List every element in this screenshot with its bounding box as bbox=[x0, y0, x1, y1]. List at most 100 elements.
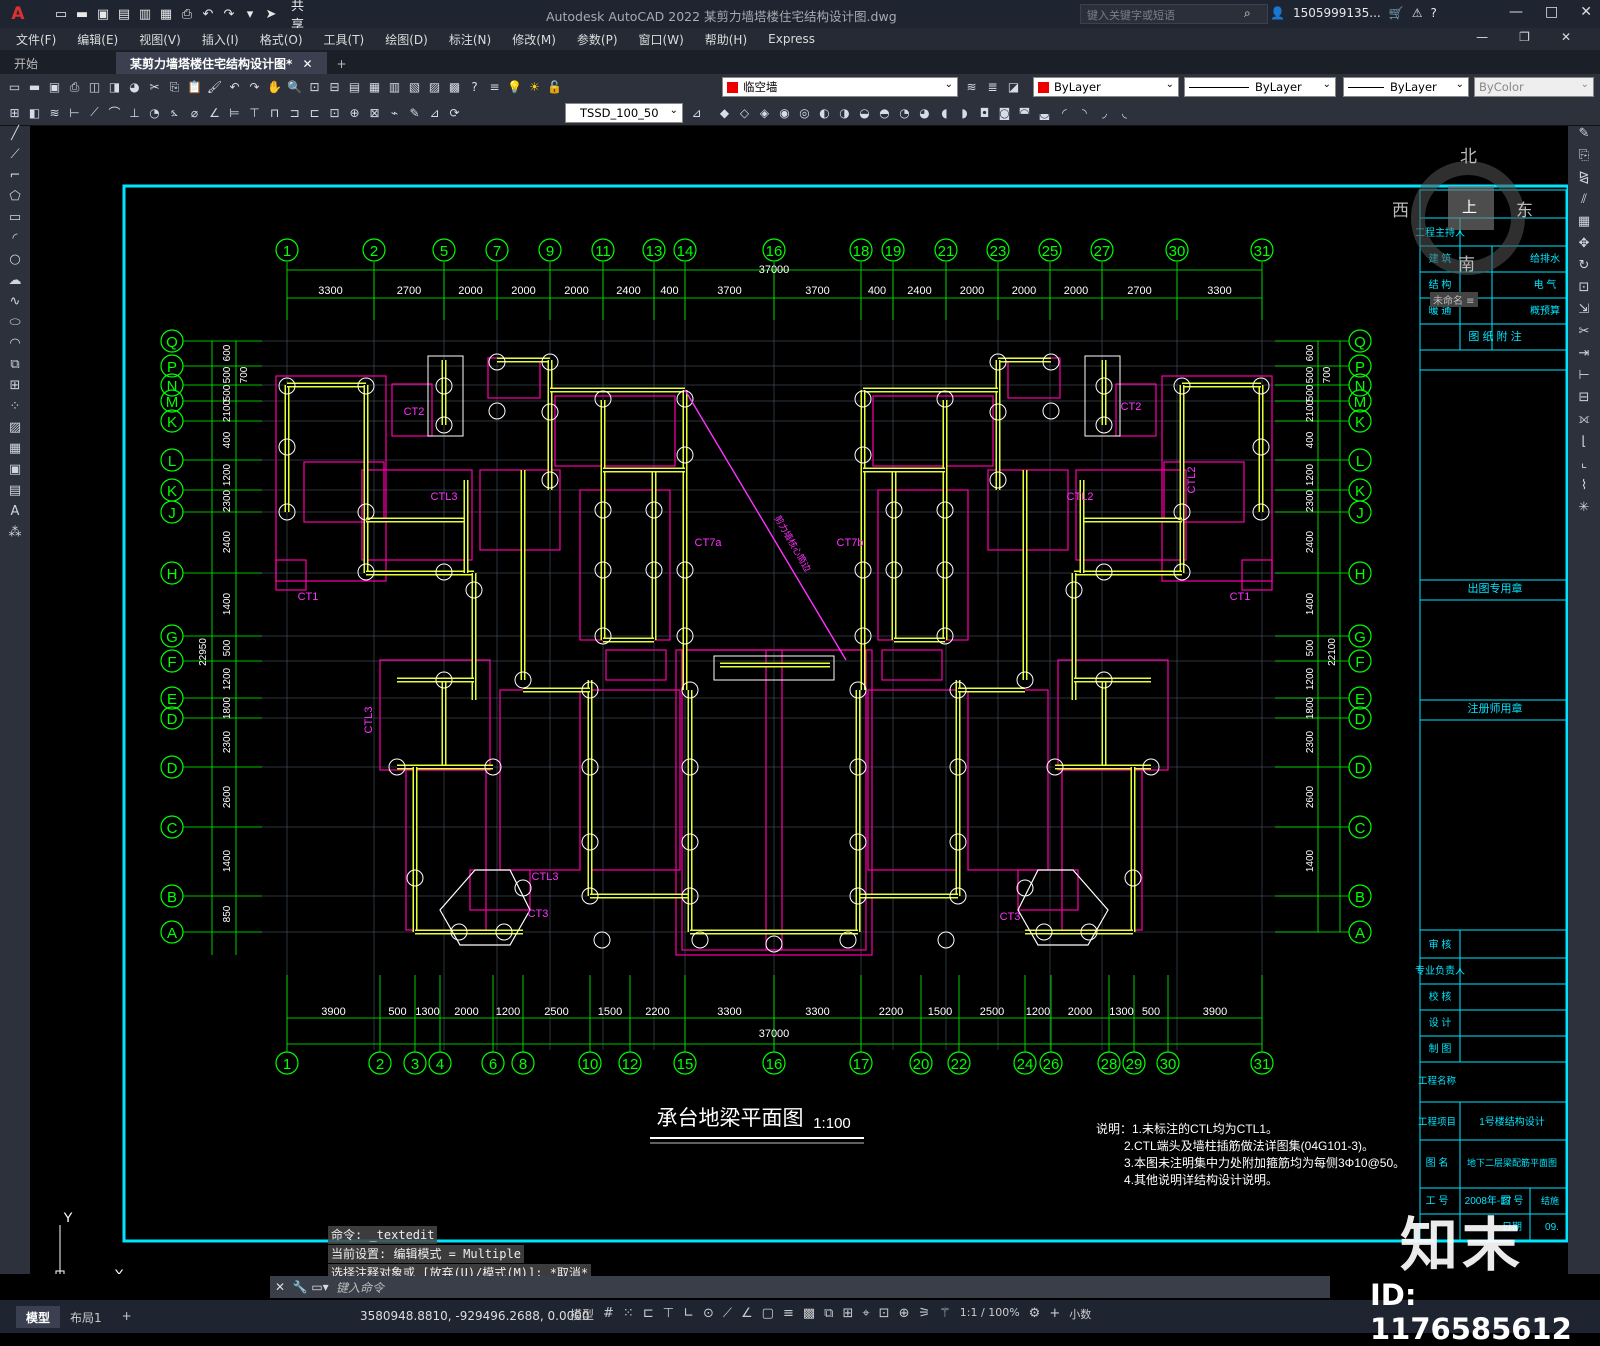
angular-dim-icon[interactable]: ∠ bbox=[206, 104, 223, 121]
compass-west[interactable]: 西 bbox=[1392, 196, 1409, 221]
cut-icon[interactable]: ✂ bbox=[146, 79, 163, 96]
tab-start[interactable]: 开始 bbox=[0, 52, 116, 74]
menu-tools[interactable]: 工具(T) bbox=[324, 31, 365, 48]
publish-icon[interactable]: ▥ bbox=[136, 5, 154, 23]
dimspace-icon[interactable]: ⊐ bbox=[286, 104, 303, 121]
lightbulb-icon[interactable]: 💡 bbox=[506, 79, 523, 96]
designcenter-icon[interactable]: ▦ bbox=[366, 79, 383, 96]
selection-cycling-icon[interactable]: ⧉ bbox=[824, 1306, 833, 1323]
tolerance-icon[interactable]: ⊡ bbox=[326, 104, 343, 121]
help-icon[interactable]: ? bbox=[466, 79, 483, 96]
preview-icon[interactable]: ◫ bbox=[86, 79, 103, 96]
menu-dimension[interactable]: 标注(N) bbox=[449, 31, 491, 48]
3d-osnap-icon[interactable]: ⊞ bbox=[842, 1306, 853, 1323]
block-insert-icon[interactable]: ◆ bbox=[716, 104, 733, 121]
search-input[interactable]: 键入关键字或短语 bbox=[1080, 4, 1268, 24]
layer-select[interactable]: 临空墙 bbox=[722, 77, 958, 97]
add-layout-button[interactable]: + bbox=[112, 1306, 142, 1328]
annotation-visibility-icon[interactable]: ⚞ bbox=[918, 1306, 930, 1323]
zoom-previous-icon[interactable]: ⊟ bbox=[326, 79, 343, 96]
pan-icon[interactable]: ✋ bbox=[266, 79, 283, 96]
auto-scale-icon[interactable]: ⚚ bbox=[939, 1306, 951, 1323]
add-icon[interactable]: + bbox=[1049, 1306, 1060, 1323]
polygon-icon[interactable]: ⬠ bbox=[0, 189, 30, 210]
dynamic-input-icon[interactable]: ⊤ bbox=[663, 1306, 674, 1323]
plot-icon[interactable]: ◨ bbox=[106, 79, 123, 96]
tab-model[interactable]: 模型 bbox=[16, 1305, 61, 1328]
field-icon[interactable]: ◒ bbox=[856, 104, 873, 121]
copy-icon[interactable]: ⎘ bbox=[166, 79, 183, 96]
copy-icon[interactable]: ⎘ bbox=[1568, 148, 1600, 170]
sheetset-icon[interactable]: ▧ bbox=[406, 79, 423, 96]
help-icon[interactable]: ? bbox=[1430, 6, 1436, 20]
lock-icon[interactable]: 🔓 bbox=[546, 79, 563, 96]
command-customize-icon[interactable]: 🔧 bbox=[290, 1280, 310, 1294]
revcloud-icon[interactable]: ☁ bbox=[0, 273, 30, 294]
break-icon[interactable]: ⊟ bbox=[1568, 390, 1600, 412]
line-icon[interactable]: ╱ bbox=[0, 126, 30, 147]
offset-icon[interactable]: ⫽ bbox=[1568, 192, 1600, 214]
hatch-icon[interactable]: ◜ bbox=[1056, 104, 1073, 121]
insert-block-icon[interactable]: ⧉ bbox=[0, 357, 30, 378]
chamfer-icon[interactable]: ⌊ bbox=[1568, 434, 1600, 456]
menu-file[interactable]: 文件(F) bbox=[16, 31, 56, 48]
workspace-gear-icon[interactable]: ⚙ bbox=[1029, 1306, 1041, 1323]
osnap-icon[interactable]: ▢ bbox=[762, 1306, 774, 1323]
rectangle-icon[interactable]: ▭ bbox=[0, 210, 30, 231]
qdim-icon[interactable]: ⊞ bbox=[6, 104, 23, 121]
color-select[interactable]: ByLayer bbox=[1033, 77, 1179, 97]
dimstyle-icon[interactable]: ⊿ bbox=[688, 104, 705, 121]
region-icon[interactable]: ◚ bbox=[1016, 104, 1033, 121]
redo-icon[interactable]: ↷ bbox=[246, 79, 263, 96]
menu-help[interactable]: 帮助(H) bbox=[705, 31, 747, 48]
mtext-icon[interactable]: A bbox=[0, 504, 30, 525]
layer-previous-icon[interactable]: ≋ bbox=[963, 79, 980, 96]
save-icon[interactable]: ▣ bbox=[94, 5, 112, 23]
markup-icon[interactable]: ▨ bbox=[426, 79, 443, 96]
aligned-dim-icon[interactable]: ⟋ bbox=[86, 104, 103, 121]
diameter-dim-icon[interactable]: ⌀ bbox=[186, 104, 203, 121]
dimupdate-icon[interactable]: ⟳ bbox=[446, 104, 463, 121]
undo-icon[interactable]: ↶ bbox=[226, 79, 243, 96]
polyline-icon[interactable]: ⌐ bbox=[0, 168, 30, 189]
continue-dim-icon[interactable]: ⊓ bbox=[266, 104, 283, 121]
print-icon[interactable]: ⎙ bbox=[66, 79, 83, 96]
menu-modify[interactable]: 修改(M) bbox=[512, 31, 556, 48]
doc-minimize-icon[interactable]: — bbox=[1476, 30, 1488, 44]
mirror-icon[interactable]: ⧎ bbox=[1568, 170, 1600, 192]
viewcube[interactable]: 北 南 东 西 上 未命名 ≡ bbox=[1392, 147, 1536, 307]
print-icon[interactable]: ⎙ bbox=[178, 5, 196, 23]
dimbreak-icon[interactable]: ⊏ bbox=[306, 104, 323, 121]
image-icon[interactable]: ◐ bbox=[816, 104, 833, 121]
menu-format[interactable]: 格式(O) bbox=[260, 31, 303, 48]
units-select[interactable]: 小数 bbox=[1069, 1306, 1091, 1323]
model-space-toggle[interactable]: 模型 bbox=[570, 1306, 594, 1323]
baseline-dim-icon[interactable]: ⊤ bbox=[246, 104, 263, 121]
layers-icon[interactable]: ≋ bbox=[46, 104, 63, 121]
tab-layout1[interactable]: 布局1 bbox=[60, 1306, 112, 1328]
arc-icon[interactable]: ◜ bbox=[0, 231, 30, 252]
layer-state-icon[interactable]: ≣ bbox=[984, 79, 1001, 96]
snap-icon[interactable]: ⁙ bbox=[623, 1306, 634, 1323]
circle-icon[interactable]: ○ bbox=[0, 252, 30, 273]
menu-parametric[interactable]: 参数(P) bbox=[577, 31, 618, 48]
ungroup-icon[interactable]: ◖ bbox=[936, 104, 953, 121]
fillet-icon[interactable]: ⌞ bbox=[1568, 456, 1600, 478]
grid-icon[interactable]: # bbox=[603, 1306, 614, 1323]
share-icon[interactable]: ➤ bbox=[262, 5, 280, 23]
linetype-select[interactable]: ByLayer bbox=[1184, 77, 1336, 97]
saveas-icon[interactable]: ▤ bbox=[115, 5, 133, 23]
quick-dim-icon[interactable]: ⊨ bbox=[226, 104, 243, 121]
draworder-icon[interactable]: ◗ bbox=[956, 104, 973, 121]
close-button[interactable]: ✕ bbox=[1580, 4, 1592, 20]
new-icon[interactable]: ▭ bbox=[6, 79, 23, 96]
jogged-linear-icon[interactable]: ⌁ bbox=[386, 104, 403, 121]
block-make-icon[interactable]: ◇ bbox=[736, 104, 753, 121]
open-icon[interactable]: ▬ bbox=[73, 5, 91, 23]
zoom-realtime-icon[interactable]: 🔍 bbox=[286, 79, 303, 96]
point-icon[interactable]: ⁘ bbox=[0, 399, 30, 420]
calc-icon[interactable]: ▩ bbox=[446, 79, 463, 96]
table-icon[interactable]: ◓ bbox=[876, 104, 893, 121]
xline-icon[interactable]: ⟋ bbox=[0, 147, 30, 168]
menu-insert[interactable]: 插入(I) bbox=[202, 31, 239, 48]
